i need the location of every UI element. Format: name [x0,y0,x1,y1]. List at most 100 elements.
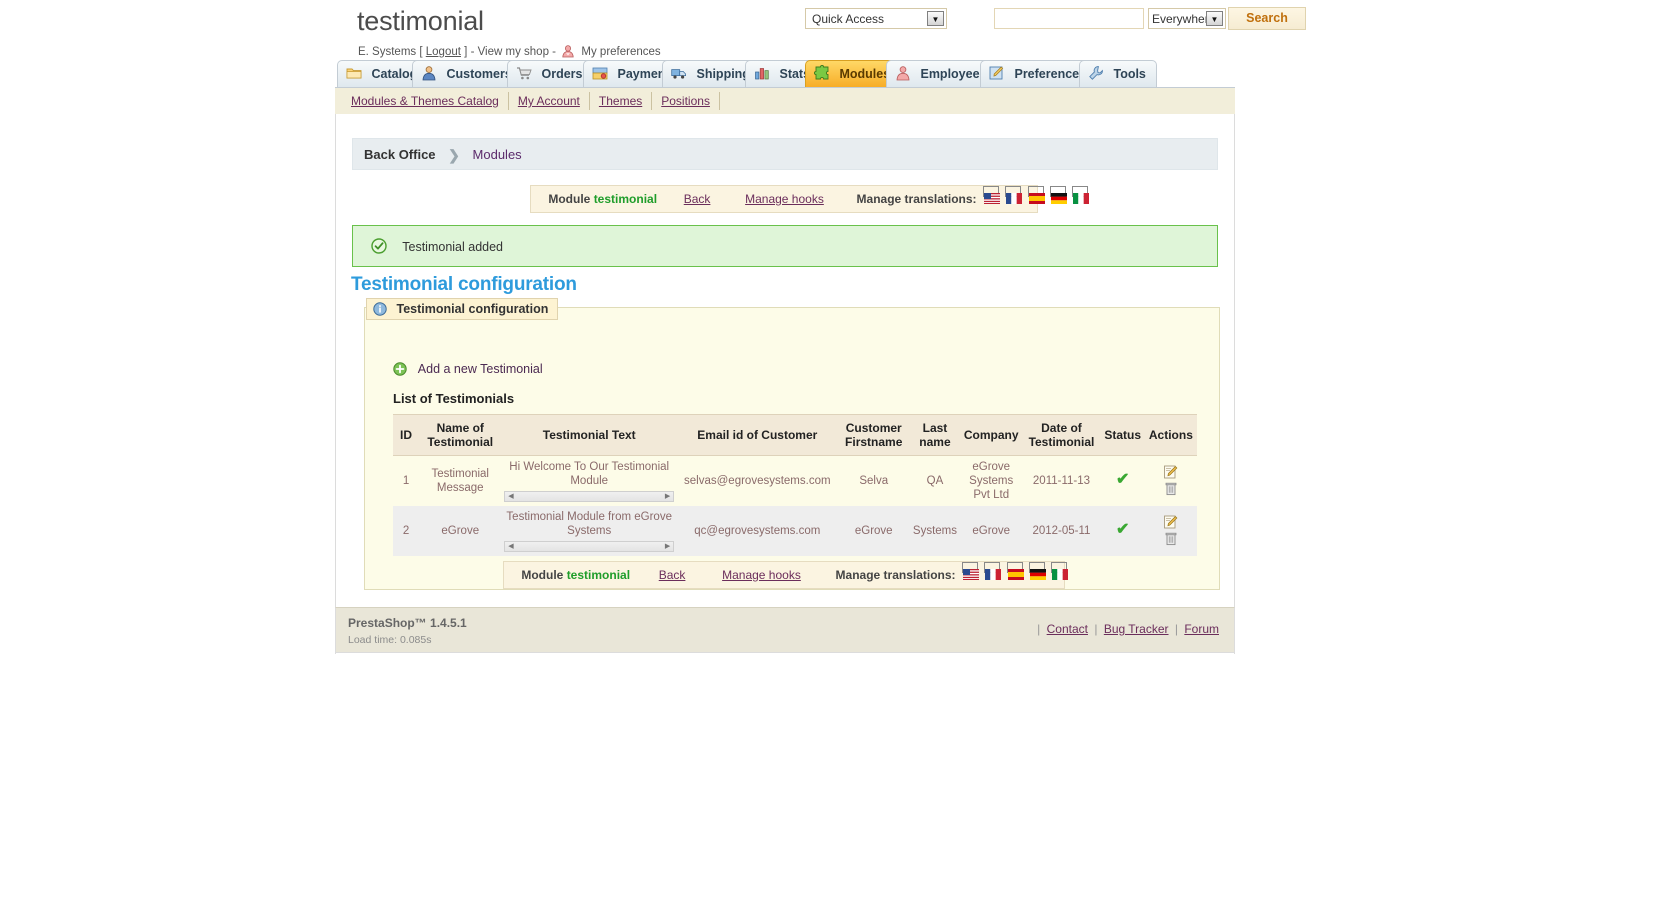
module-name-label: testimonial [593,192,658,206]
tab-label: Preferences [1014,67,1087,81]
user-icon [561,44,575,58]
col-email: Email id of Customer [677,414,838,456]
flag-es[interactable] [1006,562,1024,580]
subtab-modules-themes-catalog[interactable]: Modules & Themes Catalog [343,92,509,110]
edit-icon[interactable] [1163,464,1179,480]
flag-fr[interactable] [1005,186,1023,204]
chart-icon [754,64,770,80]
cell-text-value: Hi Welcome To Our Testimonial Module [509,461,670,487]
footer-sep: | [1174,622,1178,636]
flag-de[interactable] [1049,186,1067,204]
tab-label: Shipping [696,67,750,81]
arrow-right-icon[interactable]: ▶ [662,542,673,551]
employee-icon [895,64,911,81]
cell-name: Testimonial Message [419,455,502,506]
chevron-down-icon[interactable]: ▼ [1206,11,1223,26]
add-circle-icon [393,362,407,376]
module-prefix-label: Module [548,192,591,206]
search-input[interactable] [994,8,1144,29]
pencil-pad-icon [989,64,1005,80]
footer-link-contact[interactable]: Contact [1047,622,1088,636]
col-id: ID [393,414,420,456]
table-row[interactable]: 1 Testimonial Message Hi Welcome To Our … [393,455,1197,506]
tab-label: Catalog [371,67,418,81]
puzzle-icon [814,64,830,80]
payment-icon [592,64,608,80]
col-lastname: Last name [909,414,961,456]
arrow-left-icon[interactable]: ◀ [505,492,516,501]
confirmation-message: Testimonial added [402,240,504,254]
list-title: List of Testimonials [393,391,515,406]
cell-lastname: Systems [909,506,961,556]
cell-text: Testimonial Module from eGrove Systems ◀… [501,506,678,556]
cell-date: 2012-05-11 [1022,506,1101,556]
back-link[interactable]: Back [684,192,711,206]
flag-en[interactable] [961,562,979,580]
tab-label: Customers [446,67,512,81]
tab-label: Orders [541,67,583,81]
search-button[interactable]: Search [1228,7,1306,30]
flag-fr[interactable] [984,562,1002,580]
text-scrollbar[interactable]: ◀ ▶ [504,541,675,552]
prestashop-version: PrestaShop™ 1.4.5.1 [348,616,467,630]
flag-it[interactable] [1051,562,1069,580]
cell-email: selvas@egrovesystems.com [677,455,838,506]
logout-link[interactable]: Logout [426,46,461,58]
col-name: Name of Testimonial [419,414,502,456]
flag-it[interactable] [1072,186,1090,204]
wrench-icon [1088,64,1104,80]
testimonial-config-panel: Add a new Testimonial List of Testimonia… [364,307,1220,590]
footer-links: | Contact | Bug Tracker | Forum [1037,622,1222,636]
footer-link-forum[interactable]: Forum [1184,622,1219,636]
tab-label: Modules [839,67,891,81]
add-new-testimonial-link[interactable]: Add a new Testimonial [393,362,543,376]
cell-id: 2 [393,506,420,556]
arrow-left-icon[interactable]: ◀ [505,542,516,551]
chevron-down-icon[interactable]: ▼ [927,11,944,26]
tab-tools[interactable]: Tools [1079,60,1157,87]
cell-company: eGrove [960,506,1023,556]
cell-status: ✔ [1100,506,1145,556]
subtab-themes[interactable]: Themes [590,92,653,110]
manage-hooks-link[interactable]: Manage hooks [722,568,801,582]
quick-access-select[interactable]: Quick Access ▼ [805,8,947,29]
load-time: Load time: 0.085s [348,634,432,646]
manage-hooks-link[interactable]: Manage hooks [745,192,824,206]
col-date: Date of Testimonial [1022,414,1101,456]
cell-firstname: Selva [837,455,910,506]
flag-es[interactable] [1027,186,1045,204]
cell-name: eGrove [419,506,502,556]
my-preferences-link[interactable]: My preferences [581,46,660,58]
flag-en[interactable] [982,186,1000,204]
bracket-open: [ [419,46,423,58]
trash-icon[interactable] [1163,481,1179,497]
truck-icon [671,64,687,80]
footer-sep: | [1037,622,1041,636]
subtab-my-account[interactable]: My Account [509,92,590,110]
cell-status: ✔ [1100,455,1145,506]
footer-link-bug-tracker[interactable]: Bug Tracker [1104,622,1169,636]
green-check-icon[interactable]: ✔ [1116,472,1129,488]
edit-icon[interactable] [1163,514,1179,530]
page-title: Testimonial configuration [351,274,577,295]
confirmation-banner: Testimonial added [352,225,1218,267]
module-name-label: testimonial [566,568,631,582]
module-toolbar-top: Module testimonial Back Manage hooks Man… [530,185,1090,213]
cell-lastname: QA [909,455,961,506]
text-scrollbar[interactable]: ◀ ▶ [504,491,675,502]
table-row[interactable]: 2 eGrove Testimonial Module from eGrove … [393,506,1197,556]
module-toolbar-bottom: Module testimonial Back Manage hooks Man… [503,561,1069,589]
employee-name: E. Systems [358,46,417,58]
page-header: testimonial E. Systems [ Logout ] - View… [0,0,1680,58]
tab-orders[interactable]: Orders [507,60,594,87]
arrow-right-icon[interactable]: ▶ [662,492,673,501]
trash-icon[interactable] [1163,531,1179,547]
subtab-positions[interactable]: Positions [652,92,720,110]
view-my-shop-link[interactable]: - View my shop - [471,46,556,58]
green-check-icon[interactable]: ✔ [1116,522,1129,538]
flag-de[interactable] [1028,562,1046,580]
search-scope-select[interactable]: Everywhere ▼ [1148,8,1226,29]
back-link[interactable]: Back [659,568,686,582]
breadcrumb-root[interactable]: Back Office [364,147,436,162]
cell-date: 2011-11-13 [1022,455,1101,506]
